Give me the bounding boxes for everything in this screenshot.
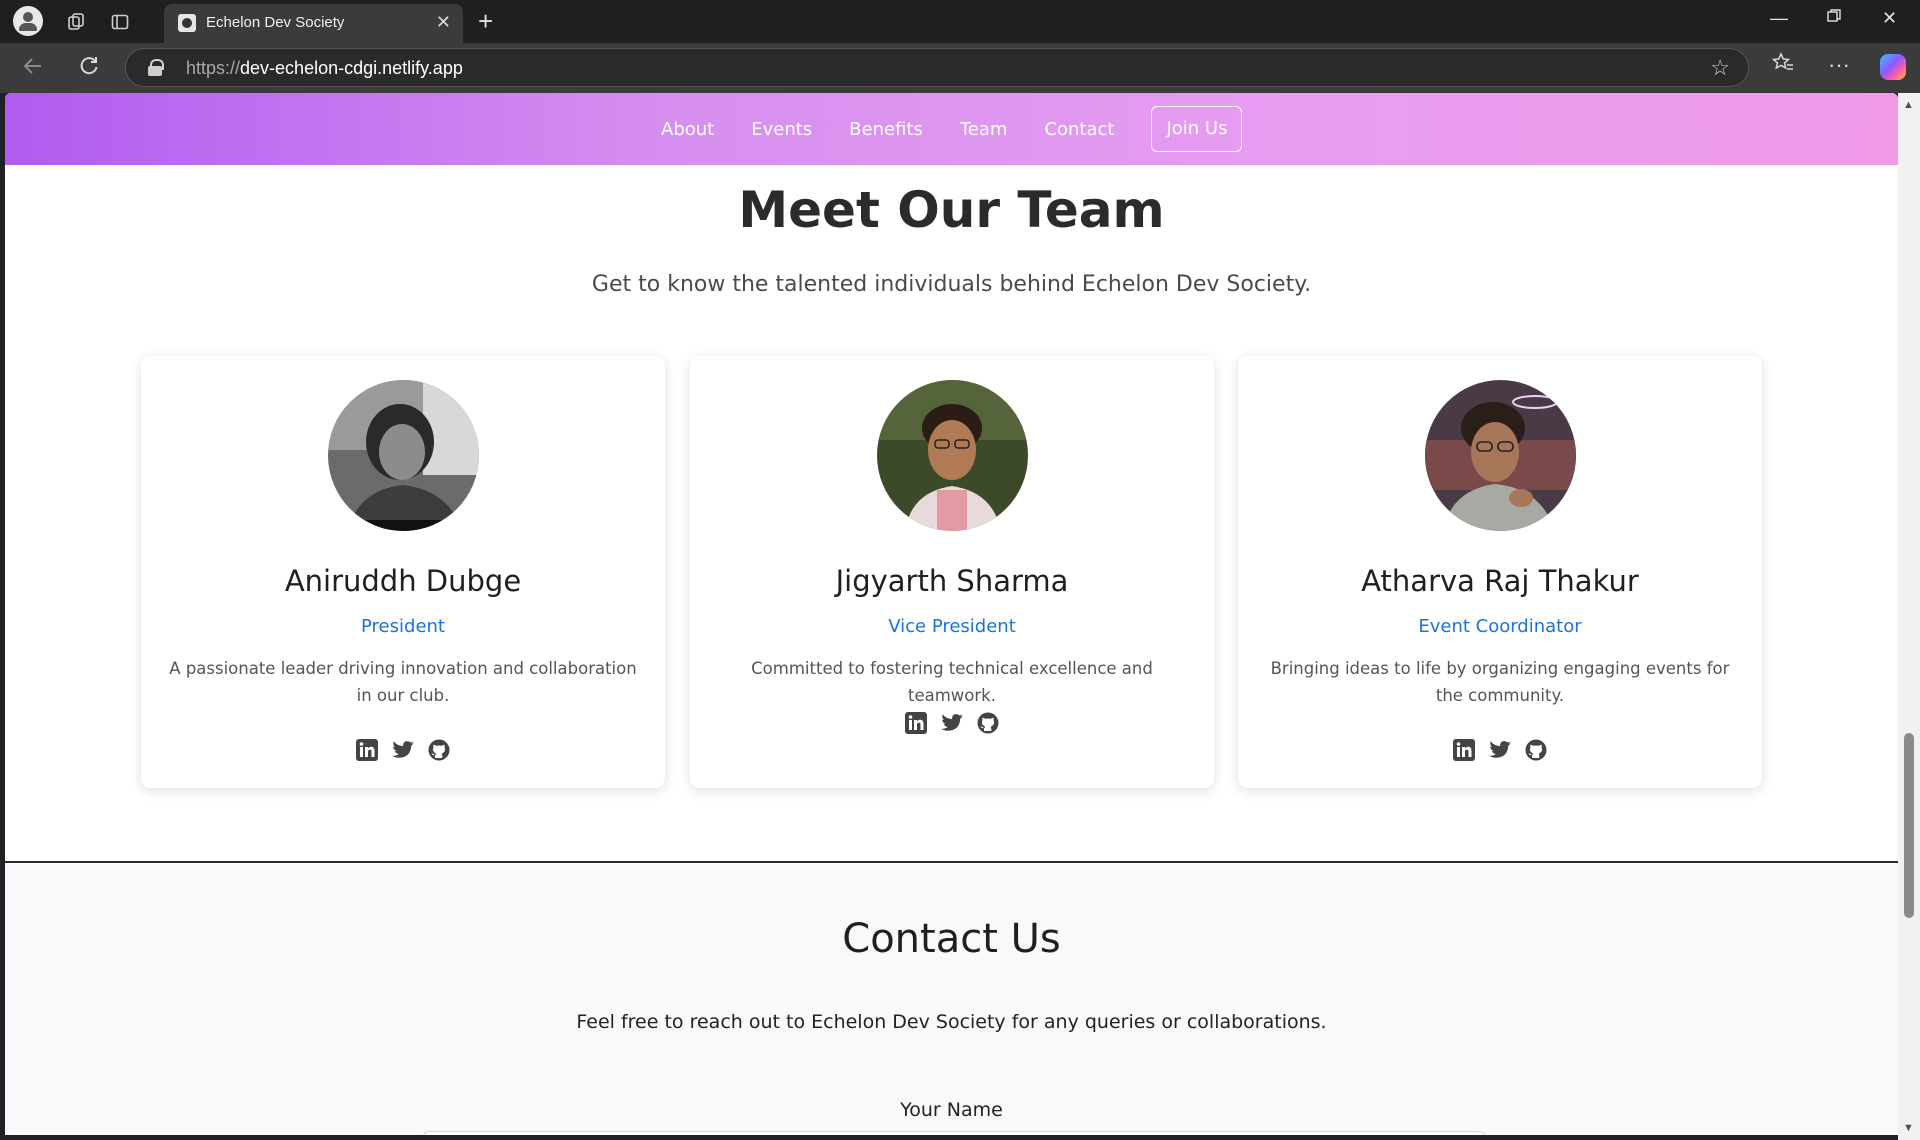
avatar (877, 380, 1028, 531)
profile-icon[interactable] (13, 6, 43, 36)
page-viewport: About Events Benefits Team Contact Join … (5, 93, 1898, 1135)
avatar (328, 380, 479, 531)
contact-heading: Contact Us (842, 916, 1061, 962)
tab-actions-icon[interactable] (106, 8, 134, 36)
nav-link-benefits[interactable]: Benefits (849, 119, 923, 140)
name-label: Your Name (900, 1099, 1003, 1121)
nav-link-events[interactable]: Events (751, 119, 812, 140)
contact-subtitle: Feel free to reach out to Echelon Dev So… (576, 1011, 1327, 1033)
linkedin-icon[interactable] (1452, 738, 1476, 762)
linkedin-icon[interactable] (355, 738, 379, 762)
github-icon[interactable] (427, 738, 451, 762)
social-links (690, 711, 1214, 735)
minimize-icon[interactable]: — (1770, 8, 1788, 29)
site-navbar: About Events Benefits Team Contact Join … (5, 93, 1898, 165)
more-options-icon[interactable]: ··· (1828, 52, 1850, 78)
social-links (141, 738, 665, 762)
team-card: Aniruddh Dubge President A passionate le… (141, 356, 665, 788)
nav-link-contact[interactable]: Contact (1044, 119, 1114, 140)
scrollbar-thumb[interactable] (1904, 733, 1914, 918)
tab-title: Echelon Dev Society (206, 14, 345, 31)
new-tab-icon[interactable]: + (478, 6, 493, 37)
github-icon[interactable] (976, 711, 1000, 735)
avatar (1425, 380, 1576, 531)
nav-link-team[interactable]: Team (960, 119, 1008, 140)
member-role: Vice President (888, 616, 1016, 637)
linkedin-icon[interactable] (904, 711, 928, 735)
browser-tab-strip: Echelon Dev Society ✕ + — ✕ (0, 0, 1920, 43)
workspaces-icon[interactable] (62, 8, 90, 36)
member-description: A passionate leader driving innovation a… (169, 659, 637, 705)
member-role: Event Coordinator (1418, 616, 1582, 637)
github-icon[interactable] (1524, 738, 1548, 762)
team-section: Meet Our Team Get to know the talented i… (5, 165, 1898, 855)
url-text: https://dev-echelon-cdgi.netlify.app (186, 58, 463, 78)
team-subtitle: Get to know the talented individuals beh… (591, 272, 1312, 297)
nav-link-about[interactable]: About (661, 119, 714, 140)
member-description: Committed to fostering technical excelle… (751, 659, 1153, 705)
scroll-up-icon[interactable]: ▲ (1903, 99, 1914, 111)
member-name: Aniruddh Dubge (284, 564, 522, 598)
lock-icon[interactable] (148, 59, 164, 76)
close-tab-icon[interactable]: ✕ (436, 12, 451, 33)
favorite-star-icon[interactable]: ☆ (1710, 55, 1730, 81)
twitter-icon[interactable] (391, 738, 415, 762)
join-us-button[interactable]: Join Us (1151, 106, 1243, 152)
refresh-icon[interactable] (78, 55, 100, 83)
close-window-icon[interactable]: ✕ (1882, 8, 1897, 29)
twitter-icon[interactable] (940, 711, 964, 735)
team-card: Atharva Raj Thakur Event Coordinator Bri… (1238, 356, 1762, 788)
member-name: Jigyarth Sharma (835, 564, 1069, 598)
url-field[interactable]: https://dev-echelon-cdgi.netlify.app ☆ (125, 48, 1749, 87)
scroll-down-icon[interactable]: ▼ (1903, 1122, 1914, 1134)
contact-section: Contact Us Feel free to reach out to Ech… (5, 863, 1898, 1135)
name-input[interactable] (423, 1131, 1485, 1135)
site-favicon-icon (178, 14, 196, 32)
team-card: Jigyarth Sharma Vice President Committed… (690, 356, 1214, 788)
social-links (1238, 738, 1762, 762)
back-icon[interactable] (22, 55, 44, 83)
restore-icon[interactable] (1826, 8, 1842, 29)
member-description: Bringing ideas to life by organizing eng… (1270, 659, 1730, 705)
browser-tab-active[interactable]: Echelon Dev Society ✕ (164, 4, 463, 43)
copilot-icon[interactable] (1880, 54, 1906, 80)
address-bar-row: https://dev-echelon-cdgi.netlify.app ☆ ·… (0, 43, 1920, 93)
favorites-icon[interactable] (1771, 52, 1794, 80)
member-role: President (361, 616, 445, 637)
member-name: Atharva Raj Thakur (1361, 564, 1639, 598)
team-heading: Meet Our Team (738, 181, 1165, 239)
page-scrollbar[interactable]: ▲ ▼ (1898, 93, 1920, 1140)
nav-links: About Events Benefits Team Contact Join … (661, 93, 1243, 165)
twitter-icon[interactable] (1488, 738, 1512, 762)
